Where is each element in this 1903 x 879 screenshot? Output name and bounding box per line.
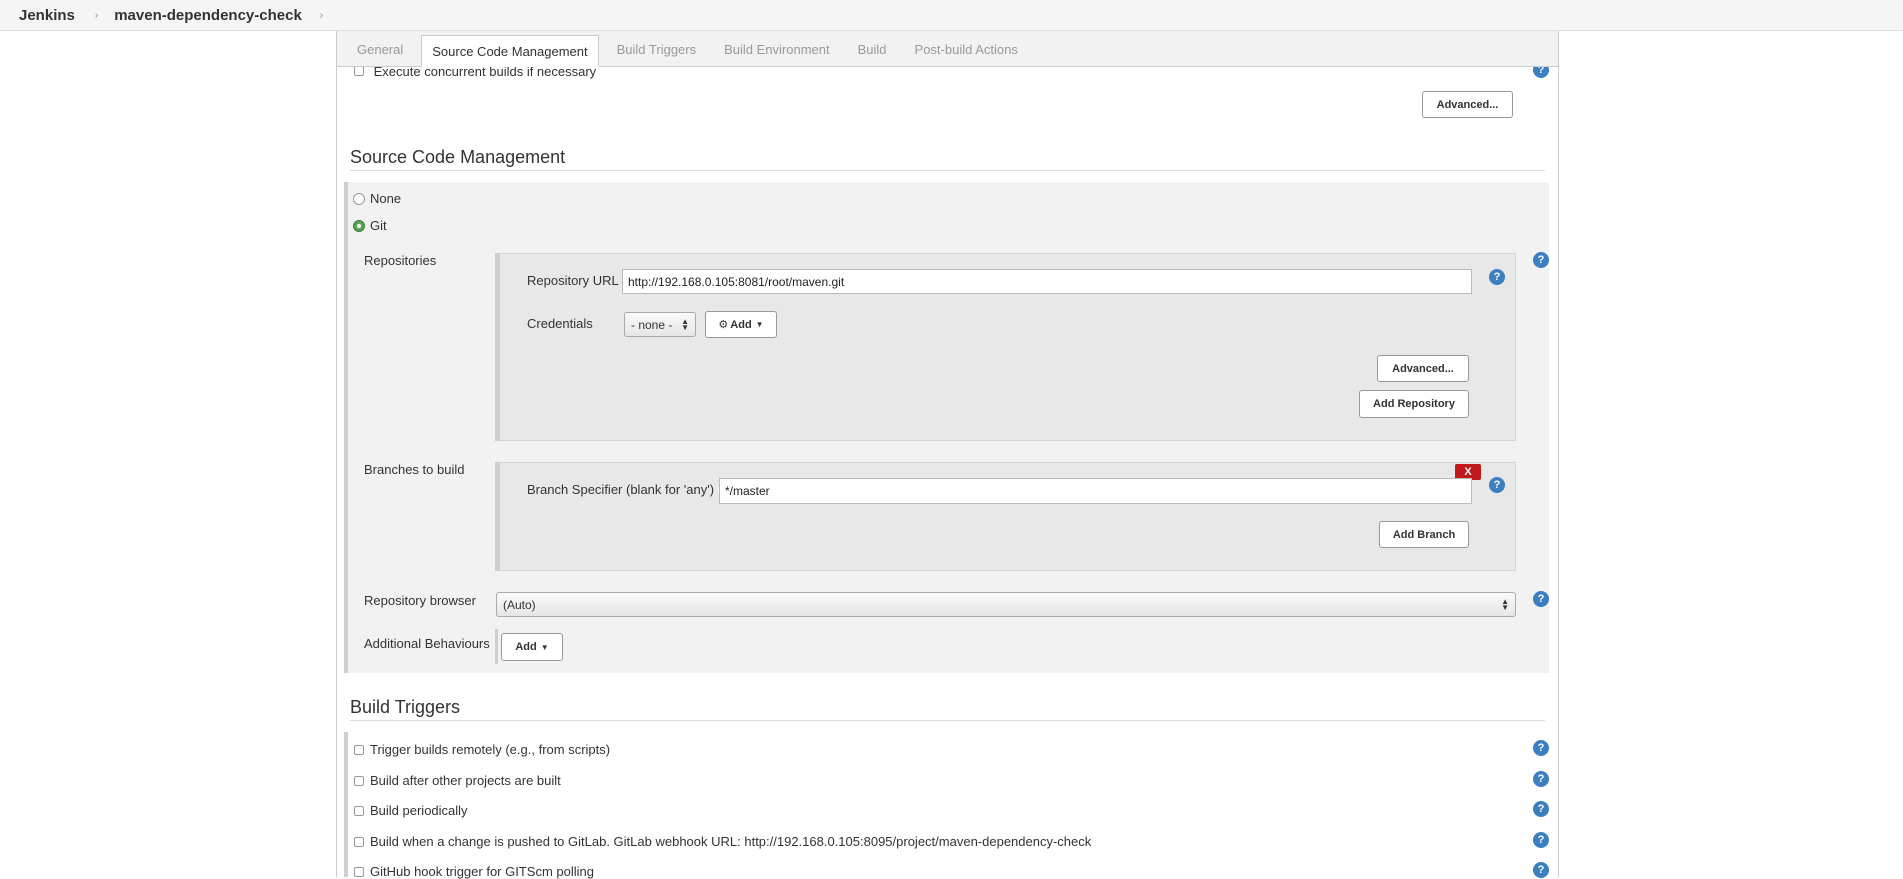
branches-label: Branches to build: [364, 462, 465, 477]
trigger-after-projects-checkbox[interactable]: [354, 775, 364, 786]
trigger-periodically-checkbox[interactable]: [354, 805, 364, 816]
additional-behaviours-bar: [495, 629, 498, 664]
general-advanced-button[interactable]: Advanced...: [1422, 91, 1513, 118]
repo-advanced-button[interactable]: Advanced...: [1377, 355, 1469, 382]
trigger-remote-label[interactable]: Trigger builds remotely (e.g., from scri…: [370, 742, 610, 757]
help-icon[interactable]: ?: [1533, 252, 1549, 268]
help-icon[interactable]: ?: [1533, 771, 1549, 787]
repo-browser-label: Repository browser: [364, 593, 476, 608]
branch-specifier-input[interactable]: */master: [719, 478, 1472, 504]
breadcrumb-home[interactable]: Jenkins: [19, 7, 75, 24]
branch-block-bar: [495, 462, 500, 571]
credentials-add-label: Add: [730, 318, 752, 331]
tab-build-triggers[interactable]: Build Triggers: [607, 34, 706, 66]
trigger-row: Build periodically: [354, 803, 468, 818]
trigger-gitlab-label[interactable]: Build when a change is pushed to GitLab.…: [370, 834, 1091, 849]
trigger-row: Build when a change is pushed to GitLab.…: [354, 834, 1091, 849]
help-icon[interactable]: ?: [1533, 801, 1549, 817]
scm-git-radio[interactable]: [353, 219, 365, 232]
breadcrumb-bar: Jenkins › maven-dependency-check ›: [0, 0, 1903, 31]
triggers-divider: [350, 720, 1545, 721]
caret-down-icon: ▼: [755, 320, 764, 329]
tab-post-build-actions[interactable]: Post-build Actions: [905, 34, 1028, 66]
repo-url-input[interactable]: http://192.168.0.105:8081/root/maven.git: [622, 269, 1472, 294]
tab-source-code-management[interactable]: Source Code Management: [421, 35, 599, 67]
select-arrows-icon: ▲ ▼: [1501, 596, 1509, 612]
credentials-select-value: - none -: [631, 317, 673, 332]
trigger-gitlab-checkbox[interactable]: [354, 836, 364, 847]
tab-build-environment[interactable]: Build Environment: [714, 34, 840, 66]
help-icon[interactable]: ?: [1533, 740, 1549, 756]
branch-specifier-label: Branch Specifier (blank for 'any'): [527, 482, 715, 497]
scm-none-radio[interactable]: [353, 192, 365, 205]
trigger-row: Build after other projects are built: [354, 773, 561, 788]
tab-general[interactable]: General: [347, 34, 413, 66]
scm-block-bar: [344, 182, 348, 673]
scm-divider: [350, 170, 1545, 171]
add-branch-button[interactable]: Add Branch: [1379, 521, 1469, 548]
help-icon[interactable]: ?: [1533, 862, 1549, 878]
trigger-remote-checkbox[interactable]: [354, 744, 364, 755]
repo-browser-select[interactable]: (Auto) ▲ ▼: [496, 592, 1516, 617]
scm-section-title: Source Code Management: [350, 147, 566, 167]
chevron-right-icon: ›: [94, 9, 99, 21]
build-triggers-title: Build Triggers: [350, 697, 461, 717]
scm-git-label[interactable]: Git: [370, 218, 387, 233]
help-icon[interactable]: ?: [1533, 832, 1549, 848]
help-icon[interactable]: ?: [1533, 591, 1549, 607]
breadcrumb-job[interactable]: maven-dependency-check: [114, 7, 302, 24]
triggers-block-bar: [344, 732, 348, 877]
help-icon[interactable]: ?: [1489, 269, 1505, 285]
config-tabs: General Source Code Management Build Tri…: [336, 31, 1559, 67]
select-arrows-icon: ▲ ▼: [681, 316, 689, 332]
repositories-label: Repositories: [364, 253, 437, 268]
scm-git-row: Git: [353, 218, 387, 233]
concurrent-builds-checkbox[interactable]: [354, 66, 364, 76]
tab-build[interactable]: Build: [848, 34, 897, 66]
help-icon[interactable]: ?: [1489, 477, 1505, 493]
caret-down-icon: ▼: [540, 642, 549, 652]
trigger-row: Trigger builds remotely (e.g., from scri…: [354, 742, 610, 757]
trigger-after-projects-label[interactable]: Build after other projects are built: [370, 773, 561, 788]
additional-behaviours-add-button[interactable]: Add ▼: [501, 633, 563, 661]
additional-behaviours-label: Additional Behaviours: [364, 636, 490, 651]
scm-none-row: None: [353, 191, 401, 206]
repo-browser-value: (Auto): [503, 597, 536, 612]
credentials-label: Credentials: [527, 316, 593, 331]
additional-add-label: Add: [515, 641, 537, 653]
repository-block-bar: [495, 253, 500, 441]
trigger-periodically-label[interactable]: Build periodically: [370, 803, 468, 818]
credentials-select[interactable]: - none - ▲ ▼: [624, 312, 696, 337]
credentials-add-button[interactable]: ⚙ Add ▼: [705, 311, 777, 338]
trigger-github-hook-checkbox[interactable]: [354, 866, 364, 877]
key-icon: ⚙: [718, 319, 729, 331]
chevron-right-icon[interactable]: ›: [320, 10, 323, 21]
scm-none-label[interactable]: None: [370, 191, 401, 206]
repo-url-label: Repository URL: [527, 273, 619, 288]
add-repository-button[interactable]: Add Repository: [1359, 390, 1469, 418]
